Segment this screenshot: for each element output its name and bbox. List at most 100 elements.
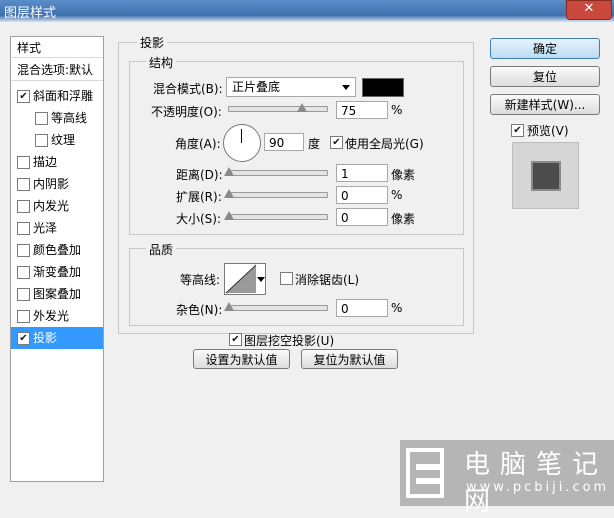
distance-slider[interactable] bbox=[228, 170, 328, 176]
size-label: 大小(S): bbox=[176, 212, 222, 226]
size-slider[interactable] bbox=[228, 214, 328, 220]
style-item-checkbox[interactable]: ✔ bbox=[17, 90, 30, 103]
checkmark-icon: ✔ bbox=[19, 91, 28, 102]
noise-slider-handle[interactable] bbox=[224, 302, 234, 311]
size-input[interactable]: 0 bbox=[336, 208, 388, 226]
watermark-url: www.pcbiji.com bbox=[466, 480, 610, 495]
style-item-checkbox[interactable] bbox=[35, 134, 48, 147]
style-item[interactable]: ✔ 斜面和浮雕 bbox=[11, 85, 103, 107]
opacity-slider-handle[interactable] bbox=[296, 103, 307, 112]
style-item[interactable]: 图案叠加 bbox=[11, 283, 103, 305]
distance-unit: 像素 bbox=[391, 168, 416, 182]
new-style-button[interactable]: 新建样式(W)... bbox=[490, 94, 600, 115]
style-item[interactable]: 外发光 bbox=[11, 305, 103, 327]
knockout-checkbox[interactable]: ✔ bbox=[229, 333, 242, 346]
reset-button[interactable]: 复位 bbox=[490, 66, 600, 87]
style-item-label: 纹理 bbox=[51, 133, 76, 147]
style-item[interactable]: 纹理 bbox=[11, 129, 103, 151]
style-item-checkbox[interactable] bbox=[17, 244, 30, 257]
style-item-label: 渐变叠加 bbox=[33, 265, 82, 279]
opacity-slider[interactable] bbox=[228, 106, 328, 112]
style-item[interactable]: 渐变叠加 bbox=[11, 261, 103, 283]
style-item-label: 斜面和浮雕 bbox=[33, 89, 94, 103]
style-item[interactable]: 描边 bbox=[11, 151, 103, 173]
opacity-input[interactable]: 75 bbox=[336, 101, 388, 119]
style-item-checkbox[interactable] bbox=[17, 156, 30, 169]
spread-unit: % bbox=[391, 188, 403, 202]
blend-mode-label: 混合模式(B): bbox=[153, 82, 223, 96]
angle-unit: 度 bbox=[308, 137, 321, 151]
spread-slider-handle[interactable] bbox=[224, 189, 234, 198]
close-button[interactable]: ✕ bbox=[566, 0, 612, 20]
global-light-checkbox[interactable]: ✔ bbox=[330, 136, 343, 149]
blend-mode-value: 正片叠底 bbox=[232, 80, 281, 94]
style-item-label: 光泽 bbox=[33, 221, 58, 235]
structure-title: 结构 bbox=[146, 54, 177, 71]
style-item-checkbox[interactable] bbox=[17, 310, 30, 323]
reset-default-button[interactable]: 复位为默认值 bbox=[301, 349, 398, 369]
close-icon: ✕ bbox=[583, 1, 595, 16]
angle-dial-needle bbox=[241, 129, 242, 143]
style-item-label: 图案叠加 bbox=[33, 287, 82, 301]
antialias-label: 消除锯齿(L) bbox=[295, 273, 360, 287]
angle-input[interactable]: 90 bbox=[264, 133, 304, 151]
style-item-label: 内阴影 bbox=[33, 177, 70, 191]
style-item[interactable]: 等高线 bbox=[11, 107, 103, 129]
checkmark-icon: ✔ bbox=[231, 334, 240, 345]
noise-slider[interactable] bbox=[228, 305, 328, 311]
style-item[interactable]: 颜色叠加 bbox=[11, 239, 103, 261]
section-title: 投影 bbox=[137, 34, 168, 51]
window-title: 图层样式 bbox=[4, 6, 57, 21]
spread-input[interactable]: 0 bbox=[336, 186, 388, 204]
style-item-checkbox[interactable]: ✔ bbox=[17, 332, 30, 345]
antialias-checkbox[interactable] bbox=[280, 272, 293, 285]
style-item[interactable]: 内阴影 bbox=[11, 173, 103, 195]
set-default-button[interactable]: 设置为默认值 bbox=[193, 349, 290, 369]
style-item-checkbox[interactable] bbox=[17, 288, 30, 301]
chevron-down-icon bbox=[342, 85, 350, 90]
style-item-label: 外发光 bbox=[33, 309, 70, 323]
preview-swatch bbox=[531, 161, 561, 191]
angle-dial[interactable] bbox=[223, 124, 261, 162]
style-item-checkbox[interactable] bbox=[17, 178, 30, 191]
style-preview bbox=[512, 142, 579, 209]
opacity-label: 不透明度(O): bbox=[151, 105, 222, 119]
preview-label: 预览(V) bbox=[527, 124, 569, 138]
quality-title: 品质 bbox=[146, 241, 177, 258]
opacity-unit: % bbox=[391, 103, 403, 117]
style-item[interactable]: ✔ 投影 bbox=[11, 327, 103, 349]
angle-label: 角度(A): bbox=[175, 137, 221, 151]
styles-list: 样式 混合选项:默认 ✔ 斜面和浮雕等高线纹理描边内阴影内发光光泽颜色叠加渐变叠加… bbox=[10, 36, 104, 482]
noise-input[interactable]: 0 bbox=[336, 299, 388, 317]
checkmark-icon: ✔ bbox=[513, 125, 522, 136]
distance-input[interactable]: 1 bbox=[336, 164, 388, 182]
size-unit: 像素 bbox=[391, 212, 416, 226]
shadow-color-swatch[interactable] bbox=[362, 78, 404, 97]
style-item-checkbox[interactable] bbox=[17, 222, 30, 235]
watermark: 电脑笔记网 www.pcbiji.com bbox=[400, 440, 614, 517]
style-item[interactable]: 光泽 bbox=[11, 217, 103, 239]
style-item-label: 描边 bbox=[33, 155, 58, 169]
preview-checkbox[interactable]: ✔ bbox=[511, 124, 524, 137]
style-item-label: 内发光 bbox=[33, 199, 70, 213]
contour-label: 等高线: bbox=[180, 273, 221, 287]
style-item-label: 颜色叠加 bbox=[33, 243, 82, 257]
size-slider-handle[interactable] bbox=[224, 211, 234, 220]
distance-slider-handle[interactable] bbox=[224, 167, 234, 176]
noise-label: 杂色(N): bbox=[176, 303, 223, 317]
style-item[interactable]: 内发光 bbox=[11, 195, 103, 217]
blend-mode-select[interactable]: 正片叠底 bbox=[226, 77, 356, 97]
contour-linear-icon bbox=[225, 264, 257, 294]
global-light-label: 使用全局光(G) bbox=[345, 137, 424, 151]
knockout-label: 图层挖空投影(U) bbox=[244, 334, 335, 348]
title-bar: 图层样式 ✕ bbox=[0, 0, 614, 22]
blend-options-item[interactable]: 混合选项:默认 bbox=[11, 59, 103, 81]
watermark-logo-icon bbox=[406, 448, 444, 498]
ok-button[interactable]: 确定 bbox=[490, 38, 600, 59]
styles-header[interactable]: 样式 bbox=[11, 37, 103, 58]
style-item-checkbox[interactable] bbox=[35, 112, 48, 125]
style-item-checkbox[interactable] bbox=[17, 266, 30, 279]
contour-picker[interactable] bbox=[224, 263, 266, 295]
style-item-checkbox[interactable] bbox=[17, 200, 30, 213]
spread-slider[interactable] bbox=[228, 192, 328, 198]
